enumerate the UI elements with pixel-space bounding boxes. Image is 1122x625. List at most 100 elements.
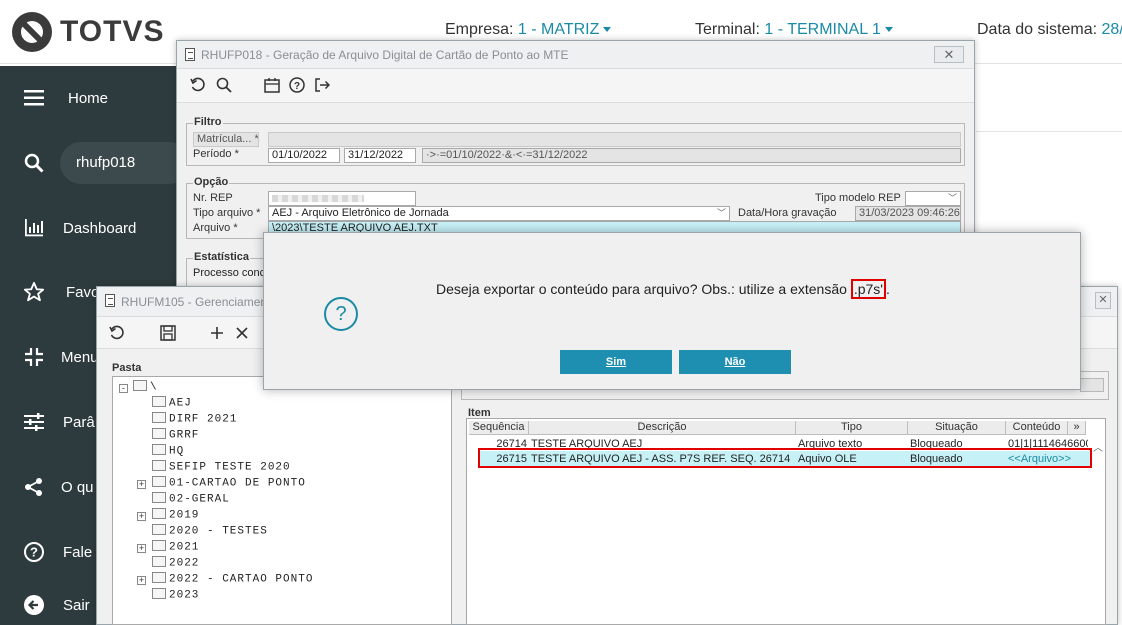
- scroll-up-icon[interactable]: ︿: [1093, 439, 1103, 454]
- tipo-modelo-rep-select[interactable]: ﹀: [905, 191, 961, 206]
- col-header-conteudo[interactable]: Conteúdo: [1006, 421, 1068, 435]
- folder-icon: [152, 540, 166, 551]
- tree-node-label: 2019: [169, 509, 200, 522]
- search-icon[interactable]: [215, 77, 233, 95]
- sliders-icon: [22, 410, 46, 434]
- periodo-to-input[interactable]: 31/12/2022: [344, 148, 416, 163]
- sidebar-item-dashboard[interactable]: Dashboard: [0, 208, 176, 248]
- tree-node[interactable]: SEFIP TESTE 2020: [152, 460, 291, 474]
- tree-node-label: 2023: [169, 589, 200, 602]
- tree-node-label: 01-CARTAO DE PONTO: [169, 477, 306, 490]
- sidebar-search-input[interactable]: rhufp018: [60, 142, 190, 184]
- filtro-group: Filtro Matrícula... * Período * 01/10/20…: [186, 116, 965, 166]
- help-icon[interactable]: ?: [288, 77, 306, 95]
- chevron-down-icon: [603, 27, 612, 33]
- tree-node[interactable]: 2021: [152, 540, 200, 554]
- toolbar: ?: [177, 69, 974, 103]
- tree-node-label: 2022: [169, 557, 200, 570]
- chart-icon: [22, 216, 46, 240]
- header-field: [1080, 378, 1104, 392]
- empresa-selector[interactable]: Empresa: 1 - MATRIZ: [445, 21, 612, 39]
- estatistica-title: Estatística: [193, 251, 251, 263]
- tree-node[interactable]: 2020 - TESTES: [152, 524, 268, 538]
- sidebar-item-home[interactable]: Home: [0, 78, 176, 118]
- expand-icon[interactable]: +: [137, 544, 146, 553]
- dialog-message: Deseja exportar o conteúdo para arquivo?…: [436, 279, 890, 299]
- window-title-bar: RHUFP018 - Geração de Arquivo Digital de…: [177, 41, 974, 69]
- pasta-label: Pasta: [112, 362, 142, 374]
- dialog-message-text: Deseja exportar o conteúdo para arquivo?…: [436, 281, 851, 297]
- close-button[interactable]: ✕: [934, 46, 964, 63]
- tree-node-label: 2020 - TESTES: [169, 525, 268, 538]
- chevron-down-icon: ﹀: [716, 208, 726, 218]
- calendar-icon[interactable]: [263, 77, 281, 95]
- tree-node[interactable]: 01-CARTAO DE PONTO: [152, 476, 306, 490]
- save-icon[interactable]: [159, 325, 177, 343]
- tipo-arquivo-select[interactable]: AEJ - Arquivo Eletrônico de Jornada ﹀: [268, 206, 730, 221]
- col-header-sequencia[interactable]: Sequência: [469, 421, 529, 435]
- nr-rep-input[interactable]: [268, 191, 416, 206]
- tree-node[interactable]: HQ: [152, 444, 185, 458]
- tree-node[interactable]: 2022 - CARTAO PONTO: [152, 572, 314, 586]
- undo-icon[interactable]: [108, 325, 126, 343]
- folder-icon: [152, 588, 166, 599]
- tree-node-label: SEFIP TESTE 2020: [169, 461, 291, 474]
- matricula-field[interactable]: [268, 132, 961, 147]
- close-icon[interactable]: [233, 325, 251, 343]
- close-button[interactable]: ✕: [1095, 292, 1111, 309]
- app-root: TOTVS Empresa: 1 - MATRIZ Terminal: 1 - …: [0, 0, 1122, 625]
- redacted-value: [272, 195, 364, 202]
- tree-node[interactable]: AEJ: [152, 396, 192, 409]
- document-icon: [185, 48, 195, 61]
- sidebar-item-label: Parâ: [63, 413, 95, 431]
- totvs-logo[interactable]: TOTVS: [12, 12, 164, 52]
- periodo-from-input[interactable]: 01/10/2022: [268, 148, 340, 163]
- folder-icon: [152, 460, 166, 471]
- tree-node-label: 02-GERAL: [169, 493, 230, 506]
- chevron-down-icon: [884, 27, 893, 33]
- tree-node[interactable]: \: [133, 380, 158, 394]
- sidebar-item-label: Sair: [63, 596, 90, 614]
- tree-node[interactable]: DIRF 2021: [152, 412, 237, 425]
- document-icon: [105, 294, 115, 307]
- folder-icon: [152, 444, 166, 455]
- terminal-value: 1 - TERMINAL 1: [764, 21, 881, 38]
- yes-button[interactable]: Sim: [560, 350, 672, 374]
- column-chooser-icon[interactable]: »: [1068, 421, 1086, 435]
- sidebar-search-button[interactable]: [0, 143, 60, 183]
- col-header-tipo[interactable]: Tipo: [796, 421, 908, 435]
- tree-node-label: 2021: [169, 541, 200, 554]
- nr-rep-label: Nr. REP: [193, 192, 233, 204]
- collapse-icon[interactable]: -: [119, 384, 128, 393]
- arquivo-label: Arquivo *: [193, 222, 238, 234]
- tree-node[interactable]: 2022: [152, 556, 200, 570]
- terminal-label: Terminal:: [695, 21, 760, 38]
- tree-node[interactable]: 02-GERAL: [152, 492, 230, 506]
- col-header-situacao[interactable]: Situação: [908, 421, 1006, 435]
- expand-icon[interactable]: +: [137, 576, 146, 585]
- export-confirm-dialog: ? Deseja exportar o conteúdo para arquiv…: [263, 232, 1081, 390]
- tree-node[interactable]: 2023: [152, 588, 200, 602]
- tree-node-label: 2022 - CARTAO PONTO: [169, 573, 314, 586]
- folder-icon: [152, 556, 166, 567]
- periodo-label: Período *: [193, 148, 239, 160]
- col-header-descricao[interactable]: Descrição: [529, 421, 796, 435]
- expand-icon[interactable]: +: [137, 512, 146, 521]
- tree-node-label: HQ: [169, 445, 185, 458]
- undo-icon[interactable]: [189, 77, 207, 95]
- tree-node[interactable]: 2019: [152, 508, 200, 522]
- filter-expression: ·>·=01/10/2022·&·<·=31/12/2022: [422, 148, 961, 163]
- no-button[interactable]: Não: [679, 350, 791, 374]
- svg-text:?: ?: [294, 81, 300, 92]
- window-title: RHUFP018 - Geração de Arquivo Digital de…: [201, 47, 569, 62]
- folder-icon: [152, 476, 166, 487]
- terminal-selector[interactable]: Terminal: 1 - TERMINAL 1: [695, 21, 893, 39]
- exit-icon[interactable]: [313, 77, 331, 95]
- dialog-extension-highlight: .p7s': [850, 279, 886, 299]
- plus-icon[interactable]: [208, 325, 226, 343]
- tree-node[interactable]: GRRF: [152, 428, 199, 441]
- share-icon: [22, 475, 46, 499]
- tree-node-label: \: [150, 381, 158, 394]
- sidebar-item-label: Favo: [66, 283, 100, 301]
- expand-icon[interactable]: +: [137, 480, 146, 489]
